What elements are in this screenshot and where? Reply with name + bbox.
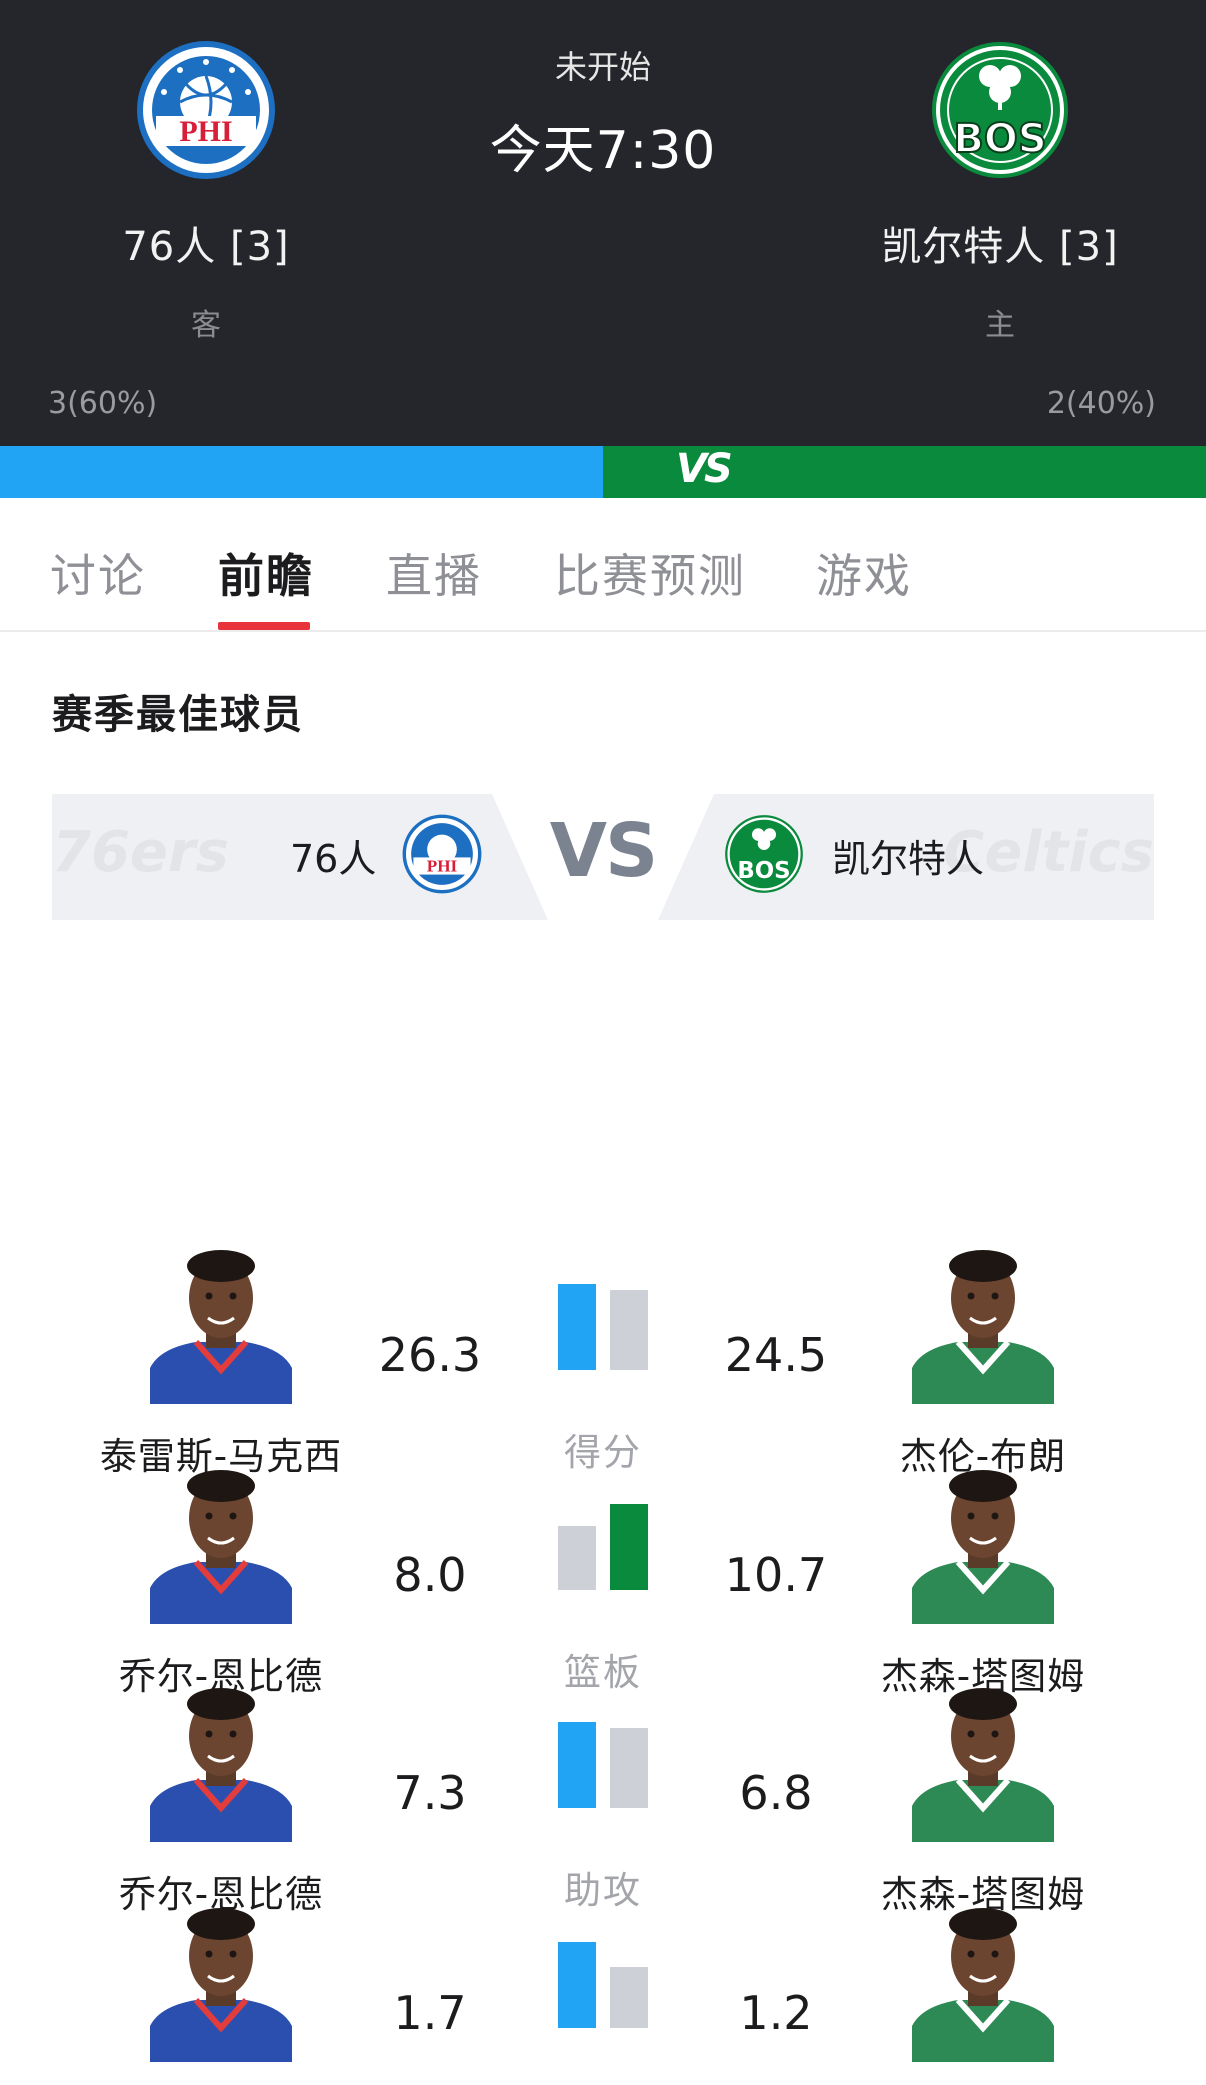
away-stat-value: 26.3	[378, 1328, 482, 1382]
home-player-photo	[902, 1244, 1064, 1404]
match-status: 未开始 今天7:30	[453, 42, 753, 183]
away-player-photo	[140, 1682, 302, 1842]
home-stat-bar	[610, 1967, 648, 2028]
away-player[interactable]: 乔尔-恩比德	[56, 1682, 386, 1918]
away-team-name: 76人 [3]	[122, 224, 290, 270]
stat-row[interactable]: 保罗-乔治1.71.2抢断	[0, 1902, 1206, 2085]
stat-comparison-bars	[558, 1504, 648, 1590]
home-player[interactable]: 杰森-塔图姆	[818, 1464, 1148, 1700]
content-card: 讨论 前瞻 直播 比赛预测 游戏 赛季最佳球员 76ers Celtics 76…	[0, 498, 1206, 2085]
active-tab-indicator	[218, 622, 310, 630]
away-player-photo	[140, 1902, 302, 2062]
status-text: 未开始	[554, 48, 651, 86]
home-player[interactable]	[818, 1902, 1148, 2084]
phi-logo: PHI	[136, 40, 276, 180]
svg-text:BOS: BOS	[953, 116, 1046, 162]
tab-bar: 讨论 前瞻 直播 比赛预测 游戏	[0, 498, 1206, 632]
tab-live[interactable]: 直播	[386, 540, 482, 606]
away-player-photo	[140, 1464, 302, 1624]
away-support-count: 3(60%)	[48, 386, 158, 421]
banner-home-name: 凯尔特人	[832, 837, 985, 881]
away-stat-value: 7.3	[393, 1766, 467, 1820]
home-team-name: 凯尔特人 [3]	[881, 224, 1119, 270]
home-side-label: 主	[985, 308, 1015, 343]
start-time: 今天7:30	[489, 121, 717, 181]
svg-text:BOS: BOS	[737, 858, 790, 884]
away-player[interactable]: 乔尔-恩比德	[56, 1464, 386, 1700]
away-watermark: 76ers	[52, 820, 229, 885]
away-stat-bar	[558, 1942, 596, 2028]
home-team[interactable]: BOS 凯尔特人 [3] 主	[850, 40, 1150, 344]
stat-comparison-bars	[558, 1722, 648, 1808]
home-player[interactable]: 杰森-塔图姆	[818, 1682, 1148, 1918]
away-stat-value: 1.7	[393, 1986, 467, 2040]
svg-text:PHI: PHI	[427, 857, 458, 876]
banner-vs-text: VS	[549, 808, 659, 894]
away-player[interactable]: 保罗-乔治	[56, 1902, 386, 2085]
bos-logo-small: BOS	[724, 814, 804, 894]
phi-logo-small: PHI	[402, 814, 482, 894]
home-stat-bar	[610, 1290, 648, 1370]
match-header: PHI 76人 [3] 客 未开始 今天7:30 BOS 凯尔特人 [3] 主 …	[0, 0, 1206, 446]
away-side-label: 客	[191, 308, 221, 343]
team-vs-banner: 76ers Celtics 76人 PHI VS BOS 凯尔特人	[52, 794, 1154, 920]
home-player-photo	[902, 1682, 1064, 1842]
home-player-photo	[902, 1902, 1064, 2062]
svg-text:PHI: PHI	[179, 115, 232, 148]
tab-discussion[interactable]: 讨论	[50, 540, 146, 606]
away-stat-bar	[558, 1526, 596, 1590]
support-vs-bar: VS	[0, 446, 1206, 498]
tab-prediction[interactable]: 比赛预测	[554, 540, 746, 606]
home-stat-bar	[610, 1728, 648, 1808]
section-title: 赛季最佳球员	[52, 692, 304, 738]
banner-away-name: 76人	[290, 837, 377, 881]
away-support-bar	[0, 446, 603, 498]
stat-label: 抢断	[503, 2080, 703, 2085]
bos-logo: BOS	[930, 40, 1070, 180]
away-stat-value: 8.0	[393, 1548, 467, 1602]
away-team[interactable]: PHI 76人 [3] 客	[56, 40, 356, 344]
away-player-photo	[140, 1244, 302, 1404]
tab-games[interactable]: 游戏	[816, 540, 912, 606]
home-stat-bar	[610, 1504, 648, 1590]
away-stat-bar	[558, 1722, 596, 1808]
stat-comparison-bars	[558, 1284, 648, 1370]
away-player[interactable]: 泰雷斯-马克西	[56, 1244, 386, 1480]
vs-badge: VS	[676, 446, 733, 492]
home-player-photo	[902, 1464, 1064, 1624]
tab-preview[interactable]: 前瞻	[218, 540, 314, 606]
home-player[interactable]: 杰伦-布朗	[818, 1244, 1148, 1480]
home-support-count: 2(40%)	[1046, 386, 1156, 421]
away-stat-bar	[558, 1284, 596, 1370]
stat-comparison-bars	[558, 1942, 648, 2028]
